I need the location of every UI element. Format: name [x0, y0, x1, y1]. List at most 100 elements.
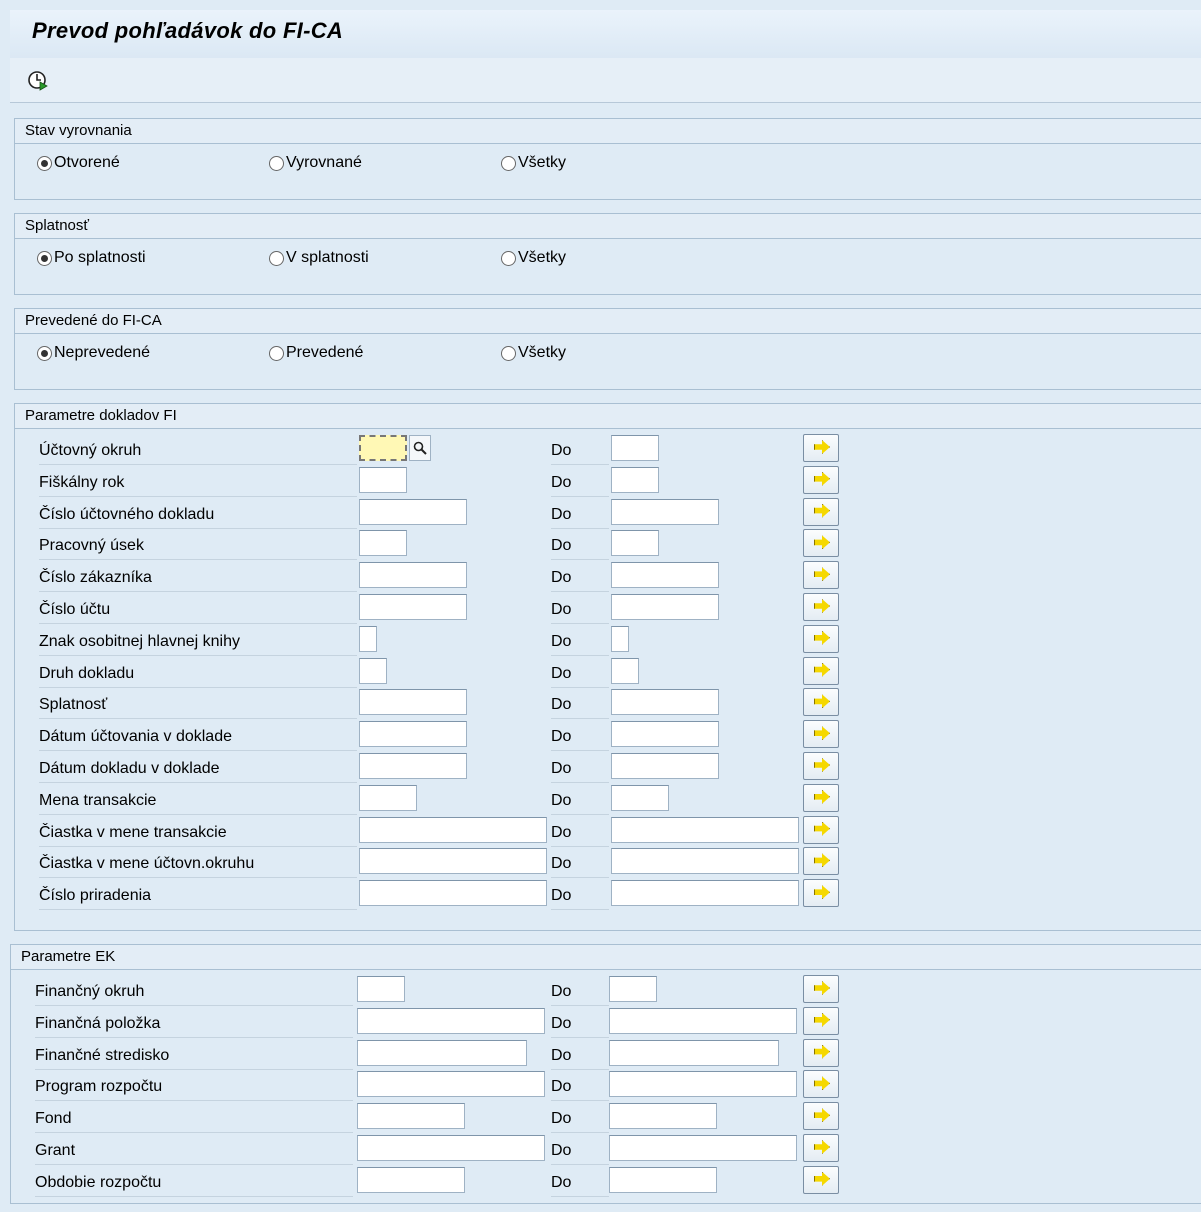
arrow-right-icon [814, 471, 830, 486]
to-input[interactable] [611, 562, 719, 589]
multiple-selection-button[interactable] [803, 720, 839, 749]
multiple-selection-button[interactable] [803, 1102, 839, 1131]
arrow-right-icon [814, 630, 830, 645]
from-input[interactable] [359, 784, 417, 811]
multiple-selection-button[interactable] [803, 688, 839, 717]
radio-label: Vyrovnané [286, 154, 362, 171]
multiple-selection-button[interactable] [803, 847, 839, 876]
to-input[interactable] [609, 1039, 779, 1066]
group-prevedene: Prevedené do FI-CA Neprevedené Prevedené… [14, 308, 1201, 390]
multiple-selection-button[interactable] [803, 529, 839, 558]
from-input[interactable] [359, 594, 467, 620]
from-input[interactable] [359, 689, 467, 716]
multiple-selection-button[interactable] [803, 1006, 839, 1035]
from-input[interactable] [359, 848, 547, 875]
from-input[interactable] [359, 562, 467, 589]
title-bar: Prevod pohľadávok do FI-CA [10, 10, 1201, 58]
to-input[interactable] [611, 657, 639, 684]
group-title: Parametre dokladov FI [15, 404, 1201, 429]
to-input[interactable] [609, 1071, 797, 1098]
from-input[interactable] [359, 816, 547, 843]
radio-row: Po splatnosti V splatnosti Všetky [15, 239, 1201, 279]
field-label: Čiastka v mene transakcie [39, 820, 357, 847]
from-input[interactable] [357, 1103, 465, 1130]
execute-icon[interactable] [26, 68, 50, 92]
multiple-selection-button[interactable] [803, 624, 839, 653]
from-input[interactable] [357, 976, 405, 1002]
to-input[interactable] [611, 848, 799, 875]
group-stav-vyrovnania: Stav vyrovnania Otvorené Vyrovnané Všetk… [14, 118, 1201, 200]
radio-vyrovnane[interactable]: Vyrovnané [269, 154, 362, 172]
group-title: Prevedené do FI-CA [15, 309, 1201, 334]
from-input[interactable] [357, 1007, 545, 1034]
multiple-selection-button[interactable] [803, 434, 839, 462]
radio-v-splatnosti[interactable]: V splatnosti [269, 249, 369, 267]
arrow-right-icon [814, 853, 830, 868]
radio-po-splatnosti[interactable]: Po splatnosti [37, 249, 146, 267]
from-input[interactable] [357, 1166, 465, 1193]
field-row-fond: Fond Do [11, 1102, 1198, 1134]
to-input[interactable] [611, 625, 629, 652]
multiple-selection-button[interactable] [803, 465, 839, 494]
field-row-pracovny-usek: Pracovný úsek Do [15, 529, 1201, 561]
to-input[interactable] [611, 721, 719, 748]
multiple-selection-button[interactable] [803, 497, 839, 526]
to-input[interactable] [611, 435, 659, 461]
group-title: Parametre EK [11, 945, 1201, 970]
field-label: Číslo zákazníka [39, 565, 357, 593]
from-input[interactable] [359, 466, 407, 493]
to-input[interactable] [611, 594, 719, 620]
search-help-icon[interactable] [409, 435, 431, 461]
from-input[interactable] [357, 1039, 527, 1066]
to-label: Do [551, 820, 609, 847]
multiple-selection-button[interactable] [803, 561, 839, 590]
to-input[interactable] [609, 1007, 797, 1034]
multiple-selection-button[interactable] [803, 1165, 839, 1194]
multiple-selection-button[interactable] [803, 815, 839, 844]
from-input[interactable] [359, 625, 377, 652]
to-input[interactable] [611, 784, 669, 811]
multiple-selection-button[interactable] [803, 975, 839, 1003]
to-input[interactable] [609, 976, 657, 1002]
from-input[interactable] [357, 1135, 545, 1161]
to-input[interactable] [611, 466, 659, 493]
multiple-selection-button[interactable] [803, 783, 839, 812]
radio-unchecked-icon [501, 155, 516, 171]
from-input[interactable] [359, 530, 407, 557]
to-input[interactable] [611, 753, 719, 779]
to-input[interactable] [609, 1103, 717, 1130]
radio-vsetky[interactable]: Všetky [501, 154, 566, 172]
multiple-selection-button[interactable] [803, 1038, 839, 1067]
multiple-selection-button[interactable] [803, 752, 839, 780]
to-input[interactable] [611, 530, 659, 557]
multiple-selection-button[interactable] [803, 1070, 839, 1099]
multiple-selection-button[interactable] [803, 593, 839, 621]
radio-label: Všetky [518, 249, 567, 266]
field-label: Číslo priradenia [39, 883, 357, 911]
from-input[interactable] [359, 657, 387, 684]
from-input[interactable] [359, 880, 547, 907]
from-input[interactable] [359, 753, 467, 779]
field-label: Pracovný úsek [39, 533, 357, 561]
group-parametre-ek: Parametre EK Finančný okruh Do Finančná po… [10, 944, 1201, 1204]
from-input[interactable] [357, 1071, 545, 1098]
from-input[interactable] [359, 721, 467, 748]
to-input[interactable] [611, 689, 719, 716]
radio-otvorene[interactable]: Otvorené [37, 154, 120, 172]
to-input[interactable] [611, 880, 799, 907]
radio-vsetky[interactable]: Všetky [501, 344, 566, 362]
to-input[interactable] [609, 1135, 797, 1161]
to-input[interactable] [611, 498, 719, 525]
radio-neprevedene[interactable]: Neprevedené [37, 344, 150, 362]
radio-prevedene[interactable]: Prevedené [269, 344, 363, 362]
from-input[interactable] [359, 498, 467, 525]
radio-label: V splatnosti [286, 249, 369, 266]
to-input[interactable] [609, 1166, 717, 1193]
from-input[interactable] [359, 435, 407, 461]
radio-vsetky[interactable]: Všetky [501, 249, 566, 267]
multiple-selection-button[interactable] [803, 656, 839, 685]
field-row-mena-transakcie: Mena transakcie Do [15, 783, 1201, 815]
to-input[interactable] [611, 816, 799, 843]
multiple-selection-button[interactable] [803, 1134, 839, 1162]
multiple-selection-button[interactable] [803, 879, 839, 908]
